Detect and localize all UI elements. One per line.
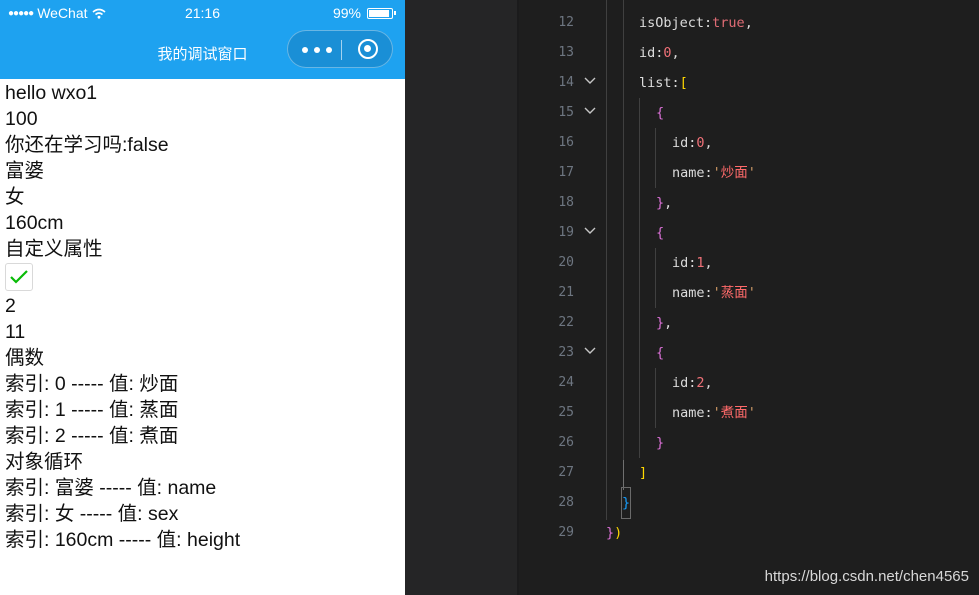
line-number: 23 xyxy=(558,345,574,360)
fold-chevron-icon[interactable] xyxy=(584,98,598,128)
code-line: 14 list:[ xyxy=(519,68,979,98)
text-line: 偶数 xyxy=(5,347,45,369)
code-line: 25 name:'煮面' xyxy=(519,398,979,428)
line-number: 18 xyxy=(558,195,574,210)
line-number: 24 xyxy=(558,375,574,390)
text-line: 对象循环 xyxy=(5,451,84,473)
line-number: 28 xyxy=(558,495,574,510)
checkbox[interactable] xyxy=(5,263,33,291)
line-number: 27 xyxy=(558,465,574,480)
line-number: 17 xyxy=(558,165,574,180)
code-line: 20 id:1, xyxy=(519,248,979,278)
code-line: 12 isObject:true, xyxy=(519,8,979,38)
code-line: 15 { xyxy=(519,98,979,128)
line-number: 20 xyxy=(558,255,574,270)
list-item: 索引: 女 ----- 值: sex xyxy=(5,503,179,525)
code-line: 16 id:0, xyxy=(519,128,979,158)
battery-group: 99% xyxy=(332,5,396,21)
line-number: 16 xyxy=(558,135,574,150)
code-line: 13 id:0, xyxy=(519,38,979,68)
checkmark-icon xyxy=(10,270,28,284)
menu-capsule xyxy=(287,30,393,68)
text-line: 女 xyxy=(5,186,25,208)
text-line: 你还在学习吗:false xyxy=(5,134,169,156)
text-line: 11 xyxy=(5,321,26,343)
text-line: 100 xyxy=(5,108,38,130)
code-line: 24 id:2, xyxy=(519,368,979,398)
list-item: 索引: 富婆 ----- 值: name xyxy=(5,477,217,499)
fold-chevron-icon[interactable] xyxy=(584,338,598,368)
list-item: 索引: 160cm ----- 值: height xyxy=(5,529,241,551)
checkbox-row xyxy=(5,263,405,293)
close-miniprogram-icon[interactable] xyxy=(358,39,378,59)
text-line: 富婆 xyxy=(5,160,45,182)
code-line: 23 { xyxy=(519,338,979,368)
line-number: 22 xyxy=(558,315,574,330)
line-number: 21 xyxy=(558,285,574,300)
wechat-simulator: ●●●●● WeChat 21:16 99% 我的调试窗口 hello wxo1… xyxy=(0,0,405,595)
status-bar: ●●●●● WeChat 21:16 99% xyxy=(0,0,405,28)
page-content: hello wxo1 100 你还在学习吗:false 富婆 女 160cm 自… xyxy=(5,80,405,553)
list-item: 索引: 1 ----- 值: 蒸面 xyxy=(5,399,179,421)
fold-chevron-icon[interactable] xyxy=(584,218,598,248)
code-line: 29 }) xyxy=(519,518,979,548)
capsule-divider xyxy=(341,40,342,60)
text-line: 自定义属性 xyxy=(5,238,103,260)
line-number: 14 xyxy=(558,75,574,90)
navigation-bar: 我的调试窗口 xyxy=(0,28,405,79)
text-line: 2 xyxy=(5,295,16,317)
more-menu-icon[interactable] xyxy=(302,46,332,54)
code-line: 26 } xyxy=(519,428,979,458)
line-number: 15 xyxy=(558,105,574,120)
line-number: 29 xyxy=(558,525,574,540)
line-number: 25 xyxy=(558,405,574,420)
text-line: 160cm xyxy=(5,212,64,234)
code-line: 18 }, xyxy=(519,188,979,218)
code-line: 17 name:'炒面' xyxy=(519,158,979,188)
code-line: 27 ] xyxy=(519,458,979,488)
line-number: 26 xyxy=(558,435,574,450)
line-number: 12 xyxy=(558,15,574,30)
list-item: 索引: 2 ----- 值: 煮面 xyxy=(5,425,179,447)
code-line: 22 }, xyxy=(519,308,979,338)
code-line: 28 } xyxy=(519,487,979,519)
code-editor[interactable]: 12 isObject:true, 13 id:0, 14 list:[ 15 … xyxy=(519,0,979,595)
list-item: 索引: 0 ----- 值: 炒面 xyxy=(5,373,179,395)
battery-percent: 99% xyxy=(332,5,361,21)
battery-icon xyxy=(367,7,396,19)
text-line: hello wxo1 xyxy=(5,82,98,104)
line-number: 13 xyxy=(558,45,574,60)
code-line: 21 name:'蒸面' xyxy=(519,278,979,308)
code-line: 19 { xyxy=(519,218,979,248)
fold-chevron-icon[interactable] xyxy=(584,68,598,98)
watermark: https://blog.csdn.net/chen4565 xyxy=(764,568,969,585)
editor-panel-gap xyxy=(405,0,517,595)
line-number: 19 xyxy=(558,225,574,240)
